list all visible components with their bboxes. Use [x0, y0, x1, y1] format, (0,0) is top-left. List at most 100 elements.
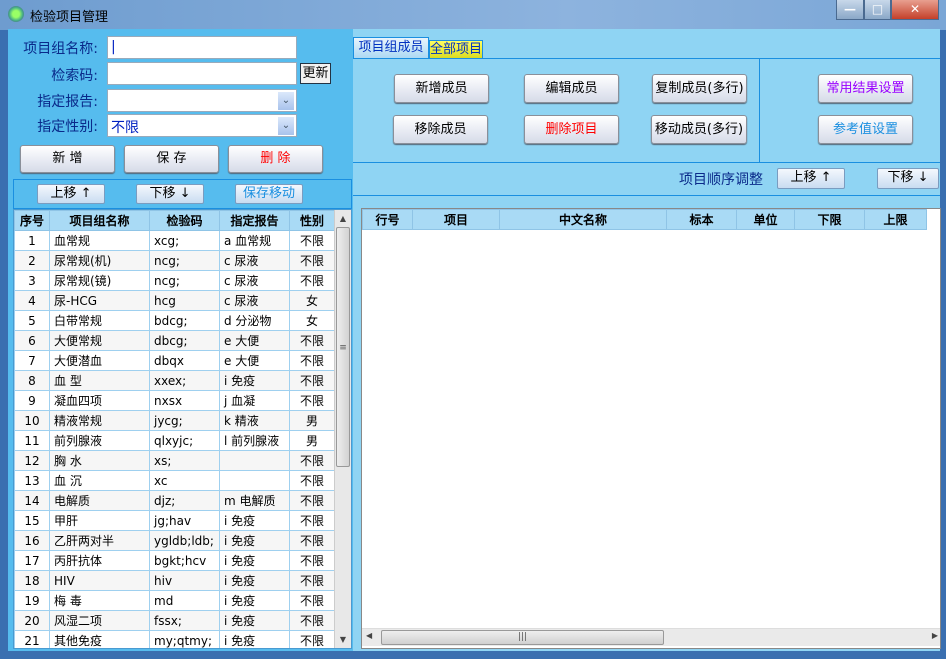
window-title: 检验项目管理	[30, 10, 109, 25]
table-cell: 不限	[289, 450, 335, 471]
table-row[interactable]: 19 梅 毒 md i 免疫 不限	[14, 590, 335, 611]
table-row[interactable]: 6 大便常规 dbcg; e 大便 不限	[14, 330, 335, 351]
column-header[interactable]: 单位	[736, 209, 795, 230]
divider	[353, 195, 940, 196]
title-bar	[0, 0, 946, 30]
table-row[interactable]: 7 大便潜血 dbqx e 大便 不限	[14, 350, 335, 371]
table-row[interactable]: 14 电解质 djz; m 电解质 不限	[14, 490, 335, 511]
table-cell: 19	[14, 590, 50, 611]
table-cell: 6	[14, 330, 50, 351]
copy-members-button[interactable]: 复制成员(多行)	[652, 74, 747, 103]
refresh-button[interactable]: 更新	[300, 63, 331, 84]
table-row[interactable]: 17 丙肝抗体 bgkt;hcv i 免疫 不限	[14, 550, 335, 571]
table-row[interactable]: 4 尿-HCG hcg c 尿液女	[14, 290, 335, 311]
column-header[interactable]: 序号	[14, 210, 50, 231]
table-row[interactable]: 5 白带常规 bdcg; d 分泌物女	[14, 310, 335, 331]
search-code-input[interactable]	[107, 62, 297, 85]
table-cell: i 免疫	[219, 570, 290, 591]
table-cell: xc	[149, 470, 220, 491]
table-cell: 血 沉	[49, 470, 150, 491]
table-row[interactable]: 13 血 沉 xc 不限	[14, 470, 335, 491]
table-row[interactable]: 11 前列腺液 qlxyjc; l 前列腺液男	[14, 430, 335, 451]
table-cell: bdcg;	[149, 310, 220, 331]
common-result-settings-button[interactable]: 常用结果设置	[818, 74, 913, 103]
scroll-up-icon[interactable]: ▲	[335, 210, 351, 227]
table-row[interactable]: 8血 型 xxex; i 免疫 不限	[14, 370, 335, 391]
delete-group-button[interactable]: 删 除	[228, 145, 323, 173]
move-down-button[interactable]: 下移 ↓	[136, 184, 204, 204]
table-row[interactable]: 20 风湿二项 fssx; i 免疫 不限	[14, 610, 335, 631]
table-cell: jycg;	[149, 410, 220, 431]
minimize-button[interactable]: —	[836, 0, 864, 20]
column-header[interactable]: 项目	[412, 209, 500, 230]
edit-member-button[interactable]: 编辑成员	[524, 74, 619, 103]
table-cell: 不限	[289, 590, 335, 611]
table-cell: 2	[14, 250, 50, 271]
horizontal-scrollbar[interactable]: ◀ ||| ▶	[362, 628, 940, 646]
column-header[interactable]: 行号	[362, 209, 413, 230]
table-cell: 12	[14, 450, 50, 471]
column-header[interactable]: 上限	[864, 209, 927, 230]
delete-item-button[interactable]: 删除项目	[524, 115, 619, 144]
table-cell: k 精液	[219, 410, 290, 431]
column-header[interactable]: 中文名称	[499, 209, 667, 230]
vertical-scrollbar[interactable]: ▲ ≡ ▼	[334, 210, 351, 648]
add-member-button[interactable]: 新增成员	[394, 74, 489, 103]
column-header[interactable]: 检验码	[149, 210, 220, 231]
column-header[interactable]: 标本	[666, 209, 737, 230]
table-row[interactable]: 15 甲肝 jg;hav i 免疫 不限	[14, 510, 335, 531]
column-header[interactable]: 性别	[289, 210, 335, 231]
table-cell: 20	[14, 610, 50, 631]
order-down-button[interactable]: 下移 ↓	[877, 168, 939, 189]
save-group-button[interactable]: 保 存	[124, 145, 219, 173]
table-row[interactable]: 10 精液常规 jycg; k 精液男	[14, 410, 335, 431]
tab-all-items[interactable]: 全部项目	[429, 40, 483, 59]
column-header[interactable]: 指定报告	[219, 210, 290, 231]
table-cell: 不限	[289, 390, 335, 411]
move-members-button[interactable]: 移动成员(多行)	[651, 115, 747, 144]
table-cell: 1	[14, 230, 50, 251]
table-cell: md	[149, 590, 220, 611]
scroll-left-icon[interactable]: ◀	[366, 631, 372, 640]
table-cell: 血常规	[49, 230, 150, 251]
report-select[interactable]: ⌄	[107, 89, 297, 112]
table-row[interactable]: 18 HIV hiv i 免疫 不限	[14, 570, 335, 591]
table-cell: hcg	[149, 290, 220, 311]
column-header[interactable]: 下限	[794, 209, 865, 230]
remove-member-button[interactable]: 移除成员	[393, 115, 488, 144]
scroll-right-icon[interactable]: ▶	[932, 631, 938, 640]
table-row[interactable]: 16 乙肝两对半 ygldb;ldb; i 免疫 不限	[14, 530, 335, 551]
chevron-down-icon[interactable]: ⌄	[278, 117, 294, 135]
order-up-button[interactable]: 上移 ↑	[777, 168, 845, 189]
table-row[interactable]: 1 血常规 xcg; a 血常规 不限	[14, 230, 335, 251]
table-cell: l 前列腺液	[219, 430, 290, 451]
table-cell: i 免疫	[219, 370, 290, 391]
table-cell: i 免疫	[219, 510, 290, 531]
chevron-down-icon[interactable]: ⌄	[278, 92, 294, 110]
table-cell: 不限	[289, 530, 335, 551]
scroll-down-icon[interactable]: ▼	[335, 631, 351, 648]
table-cell: 不限	[289, 630, 335, 648]
column-header[interactable]: 项目组名称	[49, 210, 150, 231]
table-row[interactable]: 21 其他免疫 my;qtmy; i 免疫 不限	[14, 630, 335, 648]
save-move-button[interactable]: 保存移动	[235, 184, 303, 204]
tab-members[interactable]: 项目组成员	[353, 37, 429, 59]
gender-select[interactable]: 不限 ⌄	[107, 114, 297, 137]
maximize-button[interactable]: □	[864, 0, 891, 20]
reference-value-settings-button[interactable]: 参考值设置	[818, 115, 913, 144]
group-name-input[interactable]: |	[107, 36, 297, 59]
scroll-thumb[interactable]: |||	[381, 630, 664, 645]
scroll-thumb[interactable]: ≡	[336, 227, 350, 467]
table-row[interactable]: 9 凝血四项 nxsx j 血凝 不限	[14, 390, 335, 411]
table-row[interactable]: 3 尿常规(镜) ncg; c 尿液 不限	[14, 270, 335, 291]
table-cell: xcg;	[149, 230, 220, 251]
gender-label: 指定性别:	[37, 119, 98, 135]
table-row[interactable]: 12 胸 水 xs; 不限	[14, 450, 335, 471]
table-cell: 14	[14, 490, 50, 511]
add-group-button[interactable]: 新 增	[20, 145, 115, 173]
table-row[interactable]: 2 尿常规(机) ncg; c 尿液 不限	[14, 250, 335, 271]
table-cell: 不限	[289, 270, 335, 291]
table-cell: 不限	[289, 230, 335, 251]
move-up-button[interactable]: 上移 ↑	[37, 184, 105, 204]
close-button[interactable]: ✕	[891, 0, 939, 20]
